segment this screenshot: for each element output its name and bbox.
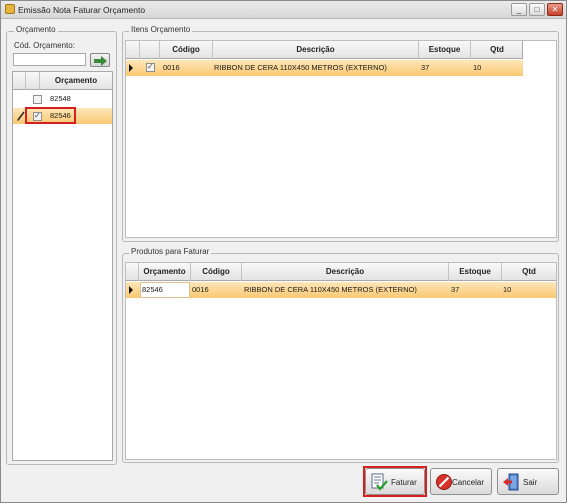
- produtos-grid-header: Orçamento Código Descrição Estoque Qtd: [126, 263, 556, 281]
- header-orcamento[interactable]: Orçamento: [40, 72, 112, 90]
- sair-label: Sair: [523, 478, 538, 487]
- produto-qtd: 10: [503, 285, 512, 294]
- orcamento-grid: Orçamento 82548 82546: [12, 71, 113, 461]
- produto-codigo: 0016: [192, 285, 209, 294]
- header-orcamento[interactable]: Orçamento: [139, 263, 191, 281]
- orcamento-row[interactable]: 82548: [13, 91, 112, 107]
- cancelar-label: Cancelar: [452, 478, 485, 487]
- header-indicator-cell: [126, 263, 139, 281]
- item-estoque: 37: [421, 63, 430, 72]
- row-checkbox[interactable]: [33, 95, 42, 104]
- orcamento-value: 82548: [50, 94, 71, 103]
- header-check-cell: [26, 72, 40, 90]
- produtos-faturar-grid: Orçamento Código Descrição Estoque Qtd 8…: [125, 262, 557, 460]
- itens-orcamento-grid: Código Descrição Estoque Qtd 0016 RIBBON…: [125, 40, 557, 238]
- highlight-outline: [363, 466, 427, 497]
- search-orcamento-button[interactable]: [90, 53, 110, 67]
- main-window: Emissão Nota Faturar Orçamento _ □ ✕ Orç…: [0, 0, 567, 503]
- header-qtd[interactable]: Qtd: [471, 41, 523, 59]
- close-button[interactable]: ✕: [547, 3, 563, 16]
- produto-row[interactable]: 82546 0016 RIBBON DE CERA 110X450 METROS…: [126, 282, 556, 298]
- arrow-right-icon: [94, 56, 107, 66]
- orcamento-group-label: Orçamento: [14, 25, 58, 34]
- cancel-icon: [436, 474, 452, 490]
- header-descricao[interactable]: Descrição: [213, 41, 419, 59]
- item-qtd: 10: [473, 63, 482, 72]
- highlight-outline: [25, 107, 76, 124]
- header-check-cell: [140, 41, 160, 59]
- itens-orcamento-label: Itens Orçamento: [129, 25, 193, 34]
- produto-estoque: 37: [451, 285, 460, 294]
- row-indicator: [126, 282, 138, 298]
- header-codigo[interactable]: Código: [160, 41, 213, 59]
- window-title: Emissão Nota Faturar Orçamento: [18, 5, 146, 15]
- sair-button[interactable]: Sair: [497, 468, 559, 495]
- item-row[interactable]: 0016 RIBBON DE CERA 110X450 METROS (EXTE…: [126, 60, 523, 76]
- minimize-button[interactable]: _: [511, 3, 527, 16]
- exit-icon: [503, 473, 519, 491]
- item-codigo: 0016: [163, 63, 180, 72]
- row-indicator: [126, 60, 138, 76]
- item-checkbox[interactable]: [146, 62, 155, 72]
- cancelar-button[interactable]: Cancelar: [430, 468, 492, 495]
- maximize-button[interactable]: □: [529, 3, 545, 16]
- produtos-faturar-label: Produtos para Faturar: [129, 247, 212, 256]
- header-estoque[interactable]: Estoque: [449, 263, 502, 281]
- header-indicator-cell: [126, 41, 140, 59]
- header-indicator-cell: [13, 72, 26, 90]
- orcamento-grid-header: Orçamento: [13, 72, 112, 90]
- header-estoque[interactable]: Estoque: [419, 41, 471, 59]
- cod-orcamento-input[interactable]: [13, 53, 86, 66]
- title-bar: Emissão Nota Faturar Orçamento _ □ ✕: [1, 1, 566, 19]
- item-descricao: RIBBON DE CERA 110X450 METROS (EXTERNO): [214, 63, 387, 72]
- app-icon: [5, 4, 15, 14]
- header-descricao[interactable]: Descrição: [242, 263, 449, 281]
- produto-descricao: RIBBON DE CERA 110X450 METROS (EXTERNO): [244, 285, 417, 294]
- header-qtd[interactable]: Qtd: [502, 263, 556, 281]
- header-codigo[interactable]: Código: [191, 263, 242, 281]
- produto-orcamento: 82546: [142, 285, 163, 294]
- cod-orcamento-label: Cód. Orçamento:: [14, 41, 75, 50]
- itens-grid-header: Código Descrição Estoque Qtd: [126, 41, 523, 59]
